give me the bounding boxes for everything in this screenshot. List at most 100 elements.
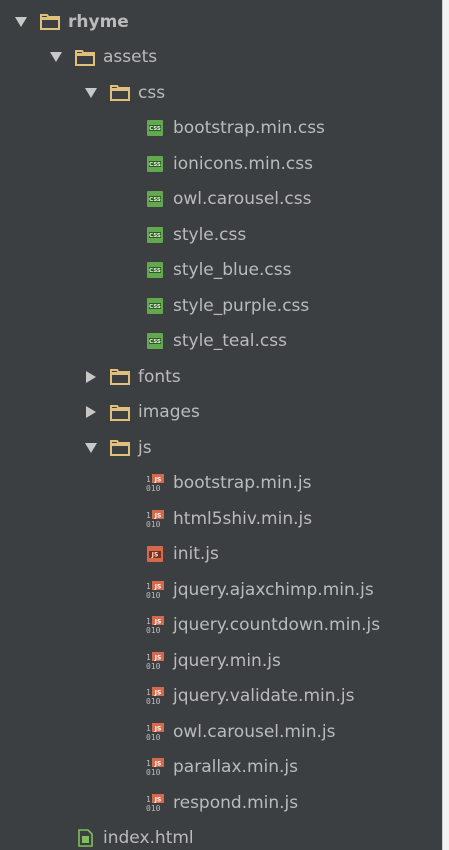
svg-text:CSS: CSS	[149, 268, 161, 274]
tree-file-index-html[interactable]: index.html	[0, 821, 442, 850]
css-file-icon: CSS	[145, 189, 165, 209]
tree-file-respond-min-js[interactable]: 1 010 JS respond.min.js	[0, 785, 442, 821]
tree-file-parallax-min-js[interactable]: 1 010 JS parallax.min.js	[0, 750, 442, 786]
expand-arrow-down-icon[interactable]	[84, 441, 98, 455]
svg-text:JS: JS	[154, 512, 162, 519]
svg-text:JS: JS	[154, 761, 162, 768]
svg-text:JS: JS	[154, 619, 162, 626]
tree-item-label: jquery.countdown.min.js	[173, 615, 381, 636]
js-file-icon: JS	[145, 544, 165, 564]
svg-text:010: 010	[146, 768, 161, 777]
css-file-icon: CSS	[145, 154, 165, 174]
tree-folder-rhyme[interactable]: rhyme	[0, 4, 442, 40]
svg-text:1: 1	[146, 653, 151, 662]
html-file-icon	[75, 828, 95, 848]
svg-text:JS: JS	[151, 552, 159, 559]
tree-file-ionicons-min-css[interactable]: CSS ionicons.min.css	[0, 146, 442, 182]
tree-file-style-css[interactable]: CSS style.css	[0, 217, 442, 253]
tree-file-style-teal-css[interactable]: CSS style_teal.css	[0, 324, 442, 360]
tree-item-label: style_blue.css	[173, 260, 292, 281]
svg-text:1: 1	[146, 511, 151, 520]
tree-item-label: owl.carousel.min.js	[173, 721, 336, 742]
css-file-icon: CSS	[145, 118, 165, 138]
minified-js-file-icon: 1 010 JS	[145, 580, 165, 600]
minified-js-file-icon: 1 010 JS	[145, 615, 165, 635]
folder-icon	[75, 47, 95, 67]
svg-text:010: 010	[146, 520, 161, 529]
minified-js-file-icon: 1 010 JS	[145, 509, 165, 529]
tree-file-jquery-countdown-min-js[interactable]: 1 010 JS jquery.countdown.min.js	[0, 608, 442, 644]
svg-text:1: 1	[146, 759, 151, 768]
expand-arrow-down-icon[interactable]	[49, 50, 63, 64]
minified-js-file-icon: 1 010 JS	[145, 651, 165, 671]
svg-text:CSS: CSS	[149, 126, 161, 132]
tree-file-jquery-validate-min-js[interactable]: 1 010 JS jquery.validate.min.js	[0, 679, 442, 715]
folder-icon	[110, 402, 130, 422]
minified-js-file-icon: 1 010 JS	[145, 722, 165, 742]
svg-text:JS: JS	[154, 654, 162, 661]
svg-text:1: 1	[146, 688, 151, 697]
tree-folder-assets[interactable]: assets	[0, 40, 442, 76]
tree-item-label: fonts	[138, 366, 181, 387]
svg-text:010: 010	[146, 697, 161, 706]
tree-item-label: init.js	[173, 544, 219, 565]
tree-item-label: style_teal.css	[173, 331, 287, 352]
tree-item-label: ionicons.min.css	[173, 153, 313, 174]
svg-text:010: 010	[146, 733, 161, 742]
expand-arrow-down-icon[interactable]	[14, 15, 28, 29]
tree-item-label: parallax.min.js	[173, 757, 298, 778]
svg-text:1: 1	[146, 617, 151, 626]
tree-item-label: rhyme	[68, 11, 129, 32]
tree-item-label: index.html	[103, 828, 194, 849]
expand-arrow-right-icon[interactable]	[84, 370, 98, 384]
svg-text:010: 010	[146, 484, 161, 493]
tree-item-label: bootstrap.min.css	[173, 118, 325, 139]
css-file-icon: CSS	[145, 331, 165, 351]
tree-item-label: js	[138, 437, 152, 458]
tree-file-bootstrap-min-js[interactable]: 1 010 JS bootstrap.min.js	[0, 466, 442, 502]
tree-file-init-js[interactable]: JS init.js	[0, 537, 442, 573]
tree-item-label: style_purple.css	[173, 295, 310, 316]
tree-item-label: css	[138, 82, 166, 103]
tree-file-style-purple-css[interactable]: CSS style_purple.css	[0, 288, 442, 324]
tree-item-label: images	[138, 402, 200, 423]
tree-folder-css[interactable]: css	[0, 75, 442, 111]
folder-icon	[110, 438, 130, 458]
folder-icon	[110, 83, 130, 103]
svg-text:1: 1	[146, 724, 151, 733]
svg-text:1: 1	[146, 475, 151, 484]
tree-file-bootstrap-min-css[interactable]: CSS bootstrap.min.css	[0, 111, 442, 147]
project-tree-panel: rhyme assets css CSS bootstrap.min.css CSS ion…	[0, 0, 443, 850]
svg-text:CSS: CSS	[149, 339, 161, 345]
tree-folder-js[interactable]: js	[0, 430, 442, 466]
minified-js-file-icon: 1 010 JS	[145, 793, 165, 813]
svg-text:1: 1	[146, 795, 151, 804]
tree-item-label: jquery.ajaxchimp.min.js	[173, 579, 374, 600]
tree-file-owl-carousel-min-js[interactable]: 1 010 JS owl.carousel.min.js	[0, 714, 442, 750]
tree-file-style-blue-css[interactable]: CSS style_blue.css	[0, 253, 442, 289]
tree-folder-images[interactable]: images	[0, 395, 442, 431]
tree-file-owl-carousel-css[interactable]: CSS owl.carousel.css	[0, 182, 442, 218]
tree-item-label: jquery.validate.min.js	[173, 686, 355, 707]
svg-text:1: 1	[146, 582, 151, 591]
minified-js-file-icon: 1 010 JS	[145, 757, 165, 777]
expand-arrow-down-icon[interactable]	[84, 86, 98, 100]
tree-file-jquery-min-js[interactable]: 1 010 JS jquery.min.js	[0, 643, 442, 679]
svg-text:CSS: CSS	[149, 162, 161, 168]
expand-arrow-right-icon[interactable]	[84, 405, 98, 419]
svg-text:JS: JS	[154, 583, 162, 590]
svg-text:010: 010	[146, 591, 161, 600]
svg-text:CSS: CSS	[149, 304, 161, 310]
folder-icon	[40, 12, 60, 32]
css-file-icon: CSS	[145, 260, 165, 280]
tree-item-label: html5shiv.min.js	[173, 508, 313, 529]
svg-text:JS: JS	[154, 725, 162, 732]
tree-file-html5shiv-min-js[interactable]: 1 010 JS html5shiv.min.js	[0, 501, 442, 537]
tree-folder-fonts[interactable]: fonts	[0, 359, 442, 395]
tree-item-label: style.css	[173, 224, 247, 245]
svg-text:JS: JS	[154, 477, 162, 484]
tree-item-label: respond.min.js	[173, 792, 299, 813]
svg-text:CSS: CSS	[149, 233, 161, 239]
svg-text:CSS: CSS	[149, 197, 161, 203]
tree-file-jquery-ajaxchimp-min-js[interactable]: 1 010 JS jquery.ajaxchimp.min.js	[0, 572, 442, 608]
